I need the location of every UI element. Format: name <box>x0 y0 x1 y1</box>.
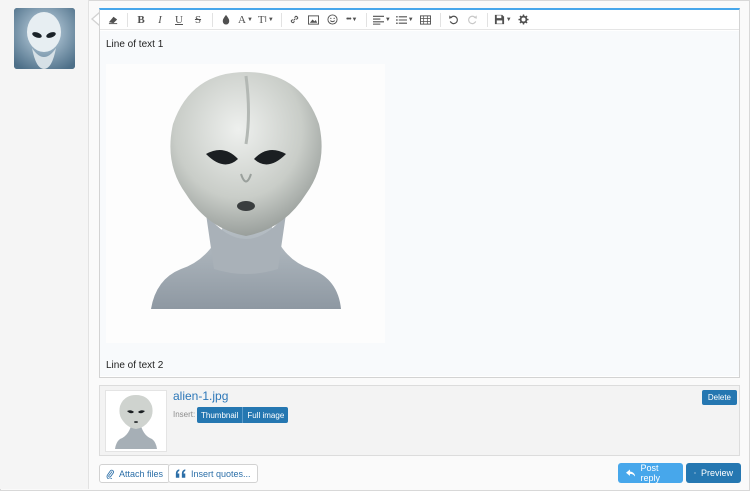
insert-image-button[interactable] <box>305 11 323 29</box>
insert-quotes-button[interactable]: Insert quotes... <box>168 464 258 483</box>
attachment-filename[interactable]: alien-1.jpg <box>173 389 228 403</box>
alien-bust-image <box>151 72 341 309</box>
content-line-1: Line of text 1 <box>106 39 164 50</box>
chevron-down-icon: ▼ <box>384 16 391 23</box>
toolbar-divider <box>280 12 282 27</box>
insert-quotes-label: Insert quotes... <box>191 468 251 479</box>
bold-icon: B <box>137 13 145 26</box>
editor-content[interactable]: Line of text 1 Line of text 2 <box>100 31 739 376</box>
strikethrough-button[interactable]: S <box>189 11 207 29</box>
table-icon <box>420 14 432 25</box>
rich-text-editor[interactable]: B I U S A ▼ T I ▼ ••• ▼ ▼ ▼ ▼ Line of te… <box>99 8 740 378</box>
chevron-down-icon: ▼ <box>505 16 512 23</box>
save-icon <box>494 14 504 25</box>
insert-button-group: Thumbnail Full image <box>197 407 289 423</box>
editor-toolbar: B I U S A ▼ T I ▼ ••• ▼ ▼ ▼ ▼ <box>100 10 739 30</box>
chevron-down-icon: ▼ <box>246 16 253 23</box>
more-insert-button[interactable]: ••• ▼ <box>343 11 361 29</box>
insert-thumbnail-button[interactable]: Thumbnail <box>197 407 243 423</box>
font-icon: A <box>238 13 246 26</box>
chevron-down-icon: ▼ <box>267 16 274 23</box>
bold-button[interactable]: B <box>132 11 150 29</box>
font-size-button[interactable]: T I ▼ <box>256 11 276 29</box>
image-icon <box>308 14 320 25</box>
font-family-button[interactable]: A ▼ <box>236 11 255 29</box>
post-reply-label: Post reply <box>640 463 660 483</box>
insert-table-button[interactable] <box>417 11 435 29</box>
embedded-image[interactable] <box>106 64 385 343</box>
toolbar-divider <box>439 12 441 27</box>
undo-icon <box>449 15 459 25</box>
post-reply-button[interactable]: Post reply <box>618 463 683 483</box>
quote-icon <box>175 469 186 478</box>
align-button[interactable]: ▼ <box>371 11 393 29</box>
undo-button[interactable] <box>445 11 463 29</box>
toolbar-divider <box>127 12 128 27</box>
attachment-manager: alien-1.jpg Insert: Thumbnail Full image… <box>99 385 740 456</box>
link-icon <box>291 15 299 24</box>
align-left-icon <box>372 15 384 25</box>
insert-label: Insert: <box>173 410 196 419</box>
chevron-down-icon: ▼ <box>351 16 358 23</box>
underline-button[interactable]: U <box>170 11 188 29</box>
redo-button[interactable] <box>464 11 482 29</box>
avatar[interactable] <box>14 8 75 69</box>
droplet-icon <box>222 14 230 25</box>
underline-icon: U <box>175 13 183 26</box>
remove-format-button[interactable] <box>104 11 122 29</box>
attachment-thumbnail[interactable] <box>105 390 167 452</box>
list-icon <box>395 15 407 24</box>
toolbar-divider <box>212 12 213 27</box>
insert-smilie-button[interactable] <box>324 11 342 29</box>
alien-thumbnail-image <box>115 395 157 449</box>
more-icon: ••• <box>346 16 351 23</box>
redo-icon <box>468 15 478 25</box>
preview-button[interactable]: Preview <box>686 463 741 483</box>
insert-full-image-button[interactable]: Full image <box>242 407 289 423</box>
toolbar-divider <box>365 12 367 27</box>
font-size-small-icon: I <box>264 15 267 24</box>
list-button[interactable]: ▼ <box>394 11 416 29</box>
strikethrough-icon: S <box>194 13 202 26</box>
delete-attachment-button[interactable]: Delete <box>701 390 737 405</box>
italic-icon: I <box>158 13 162 26</box>
user-column <box>0 0 89 489</box>
insert-link-button[interactable] <box>286 11 304 29</box>
content-line-2: Line of text 2 <box>106 360 164 371</box>
editor-settings-button[interactable] <box>515 11 533 29</box>
preview-label: Preview <box>700 468 733 478</box>
font-size-icon: T <box>257 13 265 26</box>
toolbar-divider <box>486 12 488 27</box>
reply-icon <box>626 469 636 477</box>
chevron-down-icon: ▼ <box>407 16 414 23</box>
italic-button[interactable]: I <box>151 11 169 29</box>
smiley-icon <box>327 14 338 25</box>
eye-icon <box>694 472 696 474</box>
eraser-icon <box>108 16 117 25</box>
attach-files-button[interactable]: Attach files <box>99 464 171 483</box>
drafts-button[interactable]: ▼ <box>492 11 514 29</box>
gear-icon <box>518 14 529 25</box>
attach-files-label: Attach files <box>119 468 164 479</box>
paperclip-icon <box>106 469 114 479</box>
text-color-button[interactable] <box>217 11 235 29</box>
